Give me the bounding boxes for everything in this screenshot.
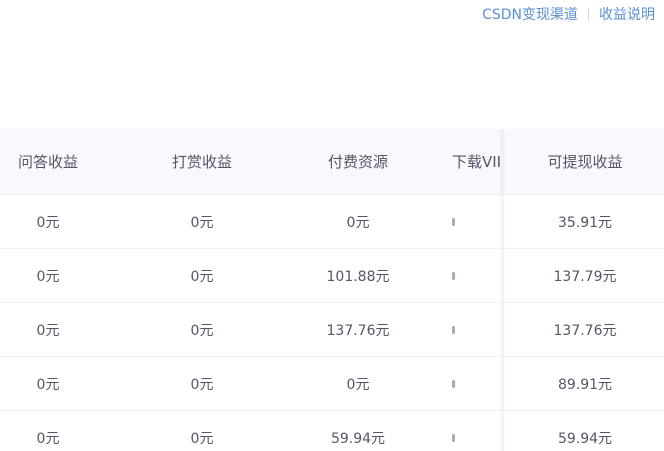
cell-qa-earnings: 0元	[36, 430, 60, 447]
cell-qa-earnings: 0元	[36, 376, 60, 393]
header-withdrawable-earnings: 可提现收益	[547, 153, 623, 171]
earnings-explanation-link[interactable]: 收益说明	[599, 5, 655, 25]
cell-tip-earnings: 0元	[190, 214, 214, 231]
cell-withdrawable-earnings: 137.79元	[553, 268, 617, 285]
cell-paid-resources: 137.76元	[326, 322, 390, 339]
cell-download-vip	[452, 357, 502, 410]
cell-paid-resources: 59.94元	[330, 430, 386, 447]
earnings-table: 问答收益 打赏收益 付费资源 下载VII 可提现收益 0元 0元 0元 35.9…	[0, 129, 664, 451]
cell-tip-earnings: 0元	[190, 376, 214, 393]
header-tip-earnings: 打赏收益	[171, 153, 232, 171]
top-links-bar: CSDN变现渠道 收益说明	[482, 5, 655, 25]
header-download-vip: 下载VII	[452, 153, 502, 171]
link-divider	[588, 8, 589, 22]
table-header-row: 问答收益 打赏收益 付费资源 下载VII 可提现收益	[0, 129, 664, 194]
cell-tip-earnings: 0元	[190, 268, 214, 285]
cell-paid-resources: 101.88元	[326, 268, 390, 285]
cell-download-vip	[452, 411, 502, 451]
cell-withdrawable-earnings: 137.76元	[553, 322, 617, 339]
table-row: 0元 0元 137.76元 137.76元	[0, 302, 664, 356]
table-row: 0元 0元 0元 35.91元	[0, 194, 664, 248]
cell-qa-earnings: 0元	[36, 214, 60, 231]
cell-tip-earnings: 0元	[190, 430, 214, 447]
cell-qa-earnings: 0元	[36, 322, 60, 339]
table-row: 0元 0元 0元 89.91元	[0, 356, 664, 410]
table-row: 0元 0元 59.94元 59.94元	[0, 410, 664, 451]
table-row: 0元 0元 101.88元 137.79元	[0, 248, 664, 302]
truncated-value-mark	[452, 379, 455, 388]
earnings-table-body[interactable]: 问答收益 打赏收益 付费资源 下载VII 可提现收益 0元 0元 0元 35.9…	[0, 129, 664, 451]
truncated-value-mark	[452, 271, 455, 280]
cell-withdrawable-earnings: 89.91元	[557, 376, 613, 393]
cell-download-vip	[452, 249, 502, 302]
cell-paid-resources: 0元	[346, 376, 370, 393]
truncated-value-mark	[452, 217, 455, 226]
header-qa-earnings: 问答收益	[17, 153, 78, 171]
cell-qa-earnings: 0元	[36, 268, 60, 285]
truncated-value-mark	[452, 325, 455, 334]
header-paid-resources: 付费资源	[327, 153, 388, 171]
cell-withdrawable-earnings: 35.91元	[557, 214, 613, 231]
cell-tip-earnings: 0元	[190, 322, 214, 339]
cell-download-vip	[452, 303, 502, 356]
monetization-channel-link[interactable]: CSDN变现渠道	[482, 5, 578, 25]
cell-paid-resources: 0元	[346, 214, 370, 231]
cell-withdrawable-earnings: 59.94元	[557, 430, 613, 447]
cell-download-vip	[452, 195, 502, 248]
truncated-value-mark	[452, 433, 455, 442]
fixed-column-divider	[503, 129, 504, 451]
